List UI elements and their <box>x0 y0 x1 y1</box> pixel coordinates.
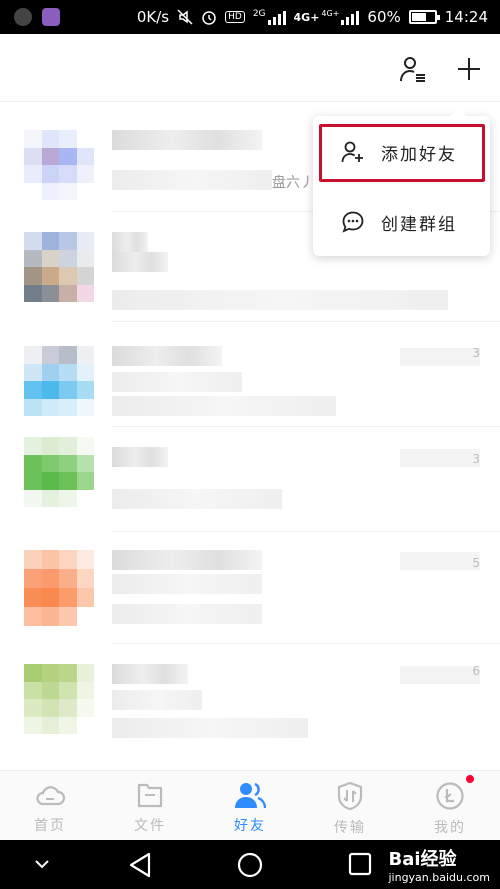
row-side-digit: 3 <box>472 346 480 360</box>
friend-time <box>400 666 480 684</box>
cloud-icon <box>36 786 66 806</box>
friend-subtitle <box>112 489 282 509</box>
friend-time <box>400 348 480 366</box>
profile-coin-icon <box>436 782 464 810</box>
friend-subtitle <box>112 170 272 190</box>
signal-bars-icon-2 <box>341 9 360 25</box>
folder-icon <box>137 783 163 808</box>
tab-label: 首页 <box>34 818 66 834</box>
contacts-manage-button[interactable] <box>396 52 430 86</box>
bottom-nav: 首页 文件 好友 传输 我的 <box>0 770 500 840</box>
friend-time <box>400 449 480 467</box>
avatar <box>24 130 94 200</box>
tab-label: 传输 <box>334 820 366 836</box>
screen: 0K/s HD 2G 4G+ 4G+ 60% 14:24 3 3 5 6 盘六丿… <box>0 0 500 889</box>
avatar <box>24 550 94 626</box>
signal-bars-icon <box>267 9 286 25</box>
menu-item-create-group[interactable]: 创建群组 <box>313 194 490 250</box>
header <box>0 34 500 102</box>
friend-detail <box>112 718 308 738</box>
row-side-digit: 6 <box>472 664 480 678</box>
friend-subtitle <box>112 252 168 272</box>
avatar <box>24 346 94 416</box>
friends-icon <box>235 782 266 809</box>
contacts-manage-icon <box>400 57 425 82</box>
tab-label: 文件 <box>134 818 166 834</box>
list-item[interactable] <box>0 532 500 644</box>
notification-dot <box>466 775 474 783</box>
battery-percent: 60% <box>367 8 401 26</box>
tab-label: 好友 <box>234 818 266 834</box>
transfer-shield-icon <box>337 781 363 811</box>
back-icon[interactable] <box>128 852 152 878</box>
tab-label: 我的 <box>434 820 466 836</box>
avatar <box>24 437 94 507</box>
avatar <box>24 664 94 734</box>
row-side-digit: 5 <box>472 556 480 570</box>
friend-name <box>112 232 148 252</box>
clock: 14:24 <box>444 8 488 26</box>
alarm-icon <box>202 11 216 25</box>
signal-2g: 2G <box>253 9 286 25</box>
friend-detail <box>112 290 448 310</box>
list-item[interactable] <box>0 644 500 756</box>
chat-bubble-icon <box>341 210 365 234</box>
friend-detail <box>112 604 262 624</box>
friend-name <box>112 130 262 150</box>
signal-4g: 4G+ 4G+ <box>294 9 360 25</box>
menu-item-label: 创建群组 <box>381 214 457 235</box>
hd-badge: HD <box>225 11 245 23</box>
tab-friends[interactable]: 好友 <box>200 771 300 840</box>
list-item[interactable] <box>0 427 500 532</box>
friend-subtitle <box>112 690 202 710</box>
watermark-url: jingyan.baidu.com <box>388 871 490 884</box>
friend-subtitle <box>112 574 262 594</box>
friend-subtitle <box>112 372 242 392</box>
tab-files[interactable]: 文件 <box>100 771 200 840</box>
gallery-notification-icon <box>42 8 60 26</box>
chevron-down-icon[interactable] <box>34 858 50 870</box>
mute-icon <box>177 9 193 25</box>
tab-transfer[interactable]: 传输 <box>300 771 400 840</box>
tab-mine[interactable]: 我的 <box>400 771 500 840</box>
tab-home[interactable]: 首页 <box>0 771 100 840</box>
friend-detail <box>112 396 336 416</box>
plus-icon <box>458 58 480 80</box>
partial-row-text: 盘六丿 <box>272 175 314 191</box>
status-bar: 0K/s HD 2G 4G+ 4G+ 60% 14:24 <box>0 0 500 34</box>
friend-name <box>112 550 262 570</box>
battery-icon <box>408 10 440 24</box>
friend-time <box>400 552 480 570</box>
avatar <box>24 232 94 302</box>
recents-icon[interactable] <box>348 852 372 876</box>
friend-name <box>112 664 188 684</box>
add-button[interactable] <box>452 52 486 86</box>
watermark-logo: Bai经验 jingyan.baidu.com <box>388 849 490 884</box>
home-icon[interactable] <box>237 852 263 878</box>
row-side-digit: 3 <box>472 452 480 466</box>
notification-app-icon <box>14 8 32 26</box>
friend-name <box>112 346 222 366</box>
list-item[interactable] <box>0 322 500 427</box>
network-speed: 0K/s <box>136 8 170 26</box>
friend-name <box>112 447 168 467</box>
highlight-box <box>319 124 485 182</box>
